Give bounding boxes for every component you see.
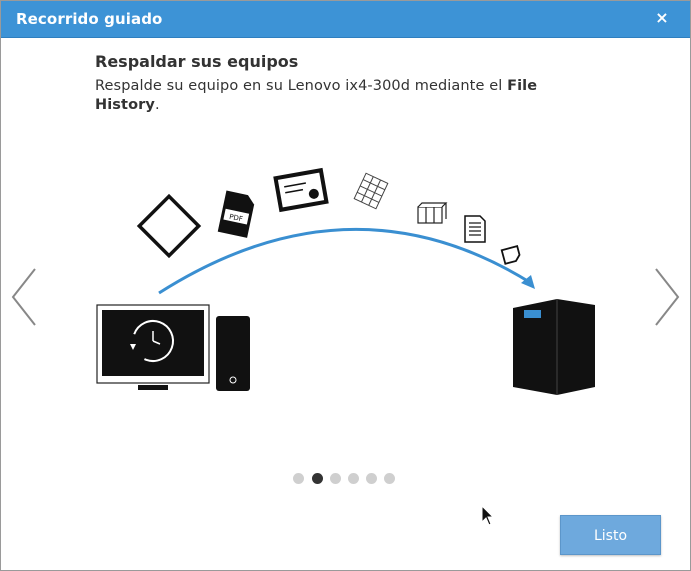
page-dot-2[interactable] — [312, 473, 323, 484]
computer-monitor-icon — [96, 304, 210, 390]
archive-box-icon — [417, 202, 448, 224]
mouse-cursor-icon — [481, 505, 495, 526]
pdf-file-icon: PDF — [217, 190, 255, 238]
backup-illustration: PDF — [96, 167, 595, 395]
tag-icon — [500, 245, 521, 265]
description-end: . — [154, 97, 160, 113]
page-dot-4[interactable] — [348, 473, 359, 484]
step-heading: Respaldar sus equipos — [95, 52, 299, 71]
page-dot-6[interactable] — [384, 473, 395, 484]
guided-tour-dialog: Recorrido guiado × Respaldar sus equipos… — [0, 0, 691, 571]
dialog-title: Recorrido guiado — [16, 10, 163, 28]
done-button[interactable]: Listo — [560, 515, 661, 555]
page-dot-5[interactable] — [366, 473, 377, 484]
photo-frame-icon — [136, 193, 202, 259]
dialog-titlebar: Recorrido guiado × — [1, 1, 690, 38]
previous-arrow-icon[interactable] — [7, 263, 41, 331]
nas-device-icon — [513, 299, 595, 395]
page-dot-3[interactable] — [330, 473, 341, 484]
presentation-icon — [273, 167, 329, 213]
pc-tower-icon — [216, 316, 250, 391]
close-icon[interactable]: × — [654, 10, 670, 26]
next-arrow-icon[interactable] — [650, 263, 684, 331]
document-icon — [464, 215, 486, 243]
spreadsheet-icon — [353, 172, 389, 210]
description-text: Respalde su equipo en su Lenovo ix4-300d… — [95, 78, 508, 94]
page-dot-1[interactable] — [293, 473, 304, 484]
step-description: Respalde su equipo en su Lenovo ix4-300d… — [95, 77, 595, 115]
